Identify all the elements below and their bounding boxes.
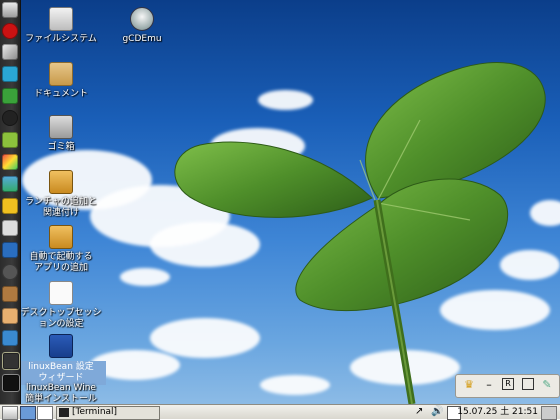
- desktop-icon-label: 自動で起動する アプリの追加: [29, 252, 93, 273]
- person-icon[interactable]: [2, 308, 18, 324]
- session-icon: [49, 281, 73, 305]
- bird-icon[interactable]: [2, 198, 18, 214]
- application-dock: [0, 0, 21, 404]
- trash-icon: [49, 115, 73, 139]
- terminal-icon: [59, 408, 69, 417]
- desktop-icon-label: デスクトップセッシ ョンの設定: [20, 308, 102, 329]
- desktop-icon-launcher[interactable]: ランチャの追加と 関連付け: [16, 170, 106, 219]
- desktop-icon-trash[interactable]: ゴミ箱: [16, 115, 106, 153]
- image-icon[interactable]: [522, 378, 534, 390]
- desktop-icon-session[interactable]: デスクトップセッシ ョンの設定: [16, 281, 106, 330]
- clock[interactable]: 15.07.25 土 21:51: [457, 406, 538, 418]
- pencil-icon[interactable]: [2, 44, 18, 60]
- floating-tray: ♛ – R ✎: [455, 374, 560, 398]
- crown-icon[interactable]: ♛: [462, 378, 476, 392]
- opera-icon[interactable]: [2, 23, 18, 39]
- box-icon[interactable]: [2, 286, 18, 302]
- desktop-icon-label: ゴミ箱: [47, 142, 75, 152]
- network-share-icon[interactable]: [2, 330, 18, 346]
- desktop-icon-label: ファイルシステム: [25, 34, 97, 44]
- desktop-icon-filesystem[interactable]: ファイルシステム: [16, 7, 106, 45]
- desktop-icon-label: ランチャの追加と 関連付け: [25, 197, 97, 218]
- desktop-icon-wizard[interactable]: linuxBean 設定 ウィザード: [16, 334, 106, 385]
- autostart-icon: [49, 225, 73, 249]
- gcdemu-icon: [130, 7, 154, 31]
- green-app-icon[interactable]: [2, 88, 18, 104]
- terminal-icon[interactable]: [2, 374, 20, 392]
- home-icon[interactable]: [2, 2, 18, 18]
- desktop-icon-wine[interactable]: linuxBean Wine 簡単インストール: [16, 380, 106, 404]
- camera-icon[interactable]: [2, 110, 18, 126]
- task-label: [Terminal]: [72, 407, 118, 417]
- wifi-icon[interactable]: [2, 242, 18, 258]
- monitor-icon[interactable]: [2, 352, 20, 370]
- paper-icon[interactable]: [2, 220, 18, 236]
- network-icon[interactable]: [2, 66, 18, 82]
- wizard-icon: [49, 334, 73, 358]
- desktop-icon-autostart[interactable]: 自動で起動する アプリの追加: [16, 225, 106, 274]
- network-tray-icon[interactable]: ↗: [415, 406, 429, 418]
- launcher-icon: [49, 170, 73, 194]
- r-icon[interactable]: R: [502, 378, 514, 390]
- volume-icon[interactable]: 🔊: [431, 406, 445, 418]
- desktop-icon-label: ドキュメント: [33, 89, 88, 99]
- desktop-icon-gcdemu[interactable]: gCDEmu: [97, 7, 187, 45]
- paint-icon[interactable]: [2, 154, 18, 170]
- desktop-icon-documents[interactable]: ドキュメント: [16, 62, 106, 100]
- folder-icon: [49, 62, 73, 86]
- taskbar: [Terminal] ↗ 🔊 15.07.25 土 21:51: [0, 404, 560, 420]
- pencil-icon[interactable]: ✎: [540, 378, 554, 392]
- android-icon[interactable]: [2, 132, 18, 148]
- drive-icon: [49, 7, 73, 31]
- desktop-icon-label: gCDEmu: [122, 34, 162, 44]
- desktop-background: ファイルシステム gCDEmu ドキュメント ゴミ箱 ランチャの追加と 関連付け…: [0, 0, 560, 404]
- image-icon[interactable]: [2, 176, 18, 192]
- desktop-icon-label: linuxBean Wine 簡単インストール: [25, 383, 97, 404]
- minus-icon[interactable]: –: [482, 378, 496, 392]
- settings-icon[interactable]: [2, 264, 18, 280]
